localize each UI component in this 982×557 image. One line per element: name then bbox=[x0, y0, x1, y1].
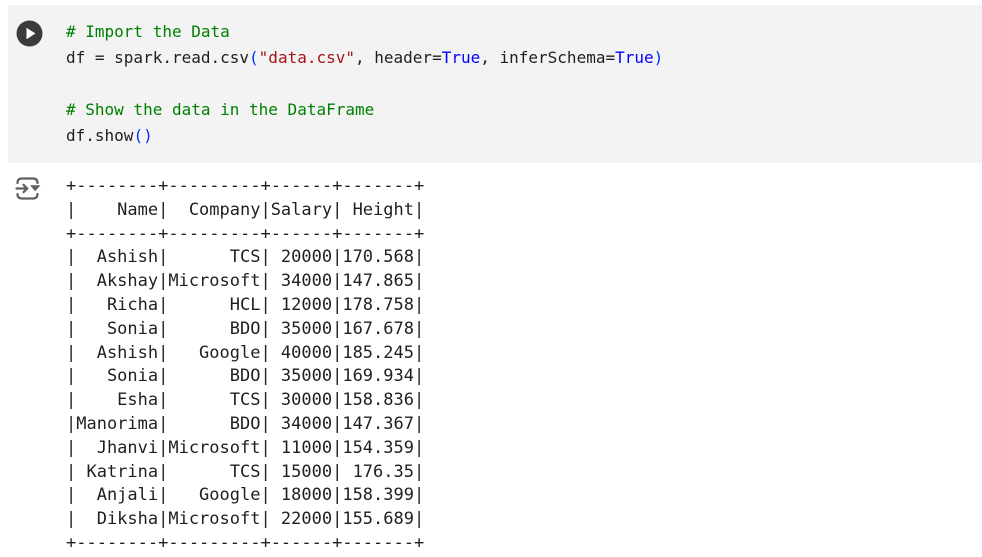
code-token-comment: # Show the data in the DataFrame bbox=[66, 100, 375, 119]
code-token-string: "data.csv" bbox=[258, 48, 355, 67]
code-token-plain: df.show bbox=[66, 126, 134, 145]
output-text: +--------+---------+------+-------+ | Na… bbox=[66, 176, 425, 553]
code-token-plain: , inferSchema= bbox=[480, 48, 616, 67]
run-cell-button[interactable] bbox=[16, 20, 43, 47]
code-token-bracket: ( bbox=[249, 48, 259, 67]
code-token-bracket: ) bbox=[653, 48, 664, 67]
notebook: # Import the Data df = spark.read.csv("d… bbox=[0, 0, 982, 557]
code-token-plain: df = spark.read.csv bbox=[66, 48, 250, 67]
code-token-plain: , header= bbox=[355, 48, 442, 67]
code-token-constant: True bbox=[441, 48, 481, 67]
code-editor[interactable]: # Import the Data df = spark.read.csv("d… bbox=[66, 19, 663, 149]
goto-output-icon bbox=[15, 177, 41, 200]
code-token-constant: True bbox=[615, 48, 654, 67]
goto-output-button[interactable] bbox=[13, 176, 42, 201]
play-circle-icon bbox=[16, 20, 43, 47]
code-token-bracket: () bbox=[133, 126, 153, 145]
code-token-comment: # Import the Data bbox=[66, 22, 230, 41]
cell-output: +--------+---------+------+-------+ | Na… bbox=[0, 163, 982, 557]
code-cell: # Import the Data df = spark.read.csv("d… bbox=[8, 5, 982, 163]
